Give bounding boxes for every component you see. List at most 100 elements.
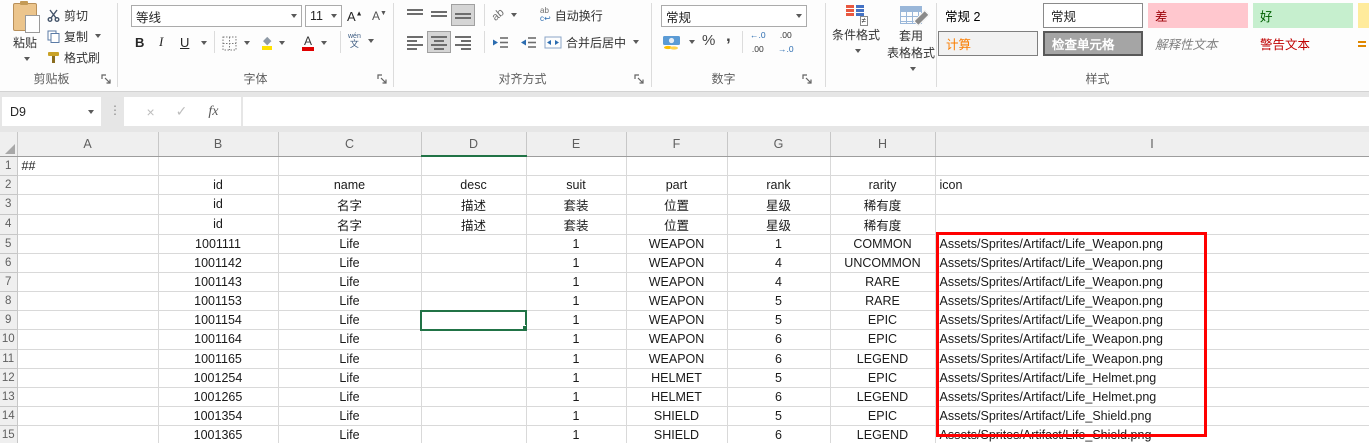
cell-A6[interactable] bbox=[17, 253, 158, 272]
name-box-dropdown-arrow-icon[interactable] bbox=[88, 110, 94, 114]
cell-B3[interactable]: id bbox=[158, 194, 278, 214]
cell-G6[interactable]: 4 bbox=[727, 253, 830, 272]
borders-button[interactable] bbox=[222, 33, 250, 53]
cancel-icon[interactable]: × bbox=[146, 104, 154, 120]
cell-C9[interactable]: Life bbox=[278, 311, 421, 330]
cell-E6[interactable]: 1 bbox=[526, 253, 626, 272]
comma-style-button[interactable]: , bbox=[726, 26, 731, 46]
cell-D4[interactable]: 描述 bbox=[421, 214, 526, 234]
row-header-14[interactable]: 14 bbox=[0, 406, 17, 425]
align-right-button[interactable] bbox=[451, 31, 475, 53]
cell-I8[interactable]: Assets/Sprites/Artifact/Life_Weapon.png bbox=[935, 292, 1369, 311]
cell-E3[interactable]: 套装 bbox=[526, 194, 626, 214]
column-header-F[interactable]: F bbox=[626, 132, 727, 156]
merge-center-dropdown-arrow-icon[interactable] bbox=[633, 40, 639, 44]
cell-I12[interactable]: Assets/Sprites/Artifact/Life_Helmet.png bbox=[935, 368, 1369, 387]
cell-H6[interactable]: UNCOMMON bbox=[830, 253, 935, 272]
cell-E10[interactable]: 1 bbox=[526, 330, 626, 349]
cell-C2[interactable]: name bbox=[278, 175, 421, 194]
cell-C3[interactable]: 名字 bbox=[278, 194, 421, 214]
column-header-B[interactable]: B bbox=[158, 132, 278, 156]
cell-A9[interactable] bbox=[17, 311, 158, 330]
cell-H7[interactable]: RARE bbox=[830, 273, 935, 292]
cell-C11[interactable]: Life bbox=[278, 349, 421, 368]
cell-I11[interactable]: Assets/Sprites/Artifact/Life_Weapon.png bbox=[935, 349, 1369, 368]
row-header-3[interactable]: 3 bbox=[0, 194, 17, 214]
decrease-font-size-button[interactable]: A▼ bbox=[372, 6, 387, 26]
cell-I5[interactable]: Assets/Sprites/Artifact/Life_Weapon.png bbox=[935, 234, 1369, 253]
cell-B9[interactable]: 1001154 bbox=[158, 311, 278, 330]
font-color-button[interactable]: A bbox=[302, 33, 327, 53]
cell-A8[interactable] bbox=[17, 292, 158, 311]
cell-F4[interactable]: 位置 bbox=[626, 214, 727, 234]
cell-I4[interactable] bbox=[935, 214, 1369, 234]
merge-center-button[interactable]: 合并后居中 bbox=[544, 32, 639, 52]
formula-input[interactable] bbox=[243, 97, 1369, 126]
number-dialog-launcher-icon[interactable] bbox=[802, 74, 813, 85]
row-header-8[interactable]: 8 bbox=[0, 292, 17, 311]
row-header-12[interactable]: 12 bbox=[0, 368, 17, 387]
cell-E13[interactable]: 1 bbox=[526, 387, 626, 406]
cell-H3[interactable]: 稀有度 bbox=[830, 194, 935, 214]
wrap-text-button[interactable]: abc↩ 自动换行 bbox=[540, 5, 603, 25]
row-header-4[interactable]: 4 bbox=[0, 214, 17, 234]
cell-B8[interactable]: 1001153 bbox=[158, 292, 278, 311]
italic-button[interactable]: I bbox=[159, 32, 163, 52]
cell-style-normal-2[interactable]: 常规 2 bbox=[938, 3, 1038, 28]
cell-D14[interactable] bbox=[421, 406, 526, 425]
column-header-A[interactable]: A bbox=[17, 132, 158, 156]
cell-style-good[interactable]: 好 bbox=[1253, 3, 1353, 28]
align-left-button[interactable] bbox=[403, 31, 427, 53]
cell-H10[interactable]: EPIC bbox=[830, 330, 935, 349]
cell-A4[interactable] bbox=[17, 214, 158, 234]
cell-C1[interactable] bbox=[278, 156, 421, 175]
insert-function-icon[interactable]: fx bbox=[208, 104, 218, 120]
cell-I7[interactable]: Assets/Sprites/Artifact/Life_Weapon.png bbox=[935, 273, 1369, 292]
cell-B11[interactable]: 1001165 bbox=[158, 349, 278, 368]
cell-B1[interactable] bbox=[158, 156, 278, 175]
cell-G4[interactable]: 星级 bbox=[727, 214, 830, 234]
cell-C15[interactable]: Life bbox=[278, 426, 421, 443]
row-header-1[interactable]: 1 bbox=[0, 156, 17, 175]
cell-B15[interactable]: 1001365 bbox=[158, 426, 278, 443]
align-center-button[interactable] bbox=[427, 31, 451, 53]
cell-I2[interactable]: icon bbox=[935, 175, 1369, 194]
cell-G13[interactable]: 6 bbox=[727, 387, 830, 406]
cell-D7[interactable] bbox=[421, 273, 526, 292]
cell-C13[interactable]: Life bbox=[278, 387, 421, 406]
cell-F5[interactable]: WEAPON bbox=[626, 234, 727, 253]
cell-H15[interactable]: LEGEND bbox=[830, 426, 935, 443]
cell-D1[interactable] bbox=[421, 156, 526, 175]
cell-E14[interactable]: 1 bbox=[526, 406, 626, 425]
bold-button[interactable]: B bbox=[135, 32, 144, 52]
cell-D12[interactable] bbox=[421, 368, 526, 387]
cell-B13[interactable]: 1001265 bbox=[158, 387, 278, 406]
phonetic-dropdown-arrow-icon[interactable] bbox=[368, 39, 374, 43]
column-header-G[interactable]: G bbox=[727, 132, 830, 156]
cell-G7[interactable]: 4 bbox=[727, 273, 830, 292]
cell-I9[interactable]: Assets/Sprites/Artifact/Life_Weapon.png bbox=[935, 311, 1369, 330]
cell-F9[interactable]: WEAPON bbox=[626, 311, 727, 330]
align-middle-button[interactable] bbox=[427, 4, 451, 26]
cell-G15[interactable]: 6 bbox=[727, 426, 830, 443]
cell-D8[interactable] bbox=[421, 292, 526, 311]
cell-B5[interactable]: 1001111 bbox=[158, 234, 278, 253]
cell-B7[interactable]: 1001143 bbox=[158, 273, 278, 292]
cell-I10[interactable]: Assets/Sprites/Artifact/Life_Weapon.png bbox=[935, 330, 1369, 349]
cell-A13[interactable] bbox=[17, 387, 158, 406]
cell-H9[interactable]: EPIC bbox=[830, 311, 935, 330]
column-header-H[interactable]: H bbox=[830, 132, 935, 156]
row-header-5[interactable]: 5 bbox=[0, 234, 17, 253]
cell-A12[interactable] bbox=[17, 368, 158, 387]
cell-D5[interactable] bbox=[421, 234, 526, 253]
cell-A3[interactable] bbox=[17, 194, 158, 214]
row-header-7[interactable]: 7 bbox=[0, 273, 17, 292]
number-format-select[interactable]: 常规 bbox=[661, 5, 807, 27]
cell-D11[interactable] bbox=[421, 349, 526, 368]
cell-H1[interactable] bbox=[830, 156, 935, 175]
cell-E5[interactable]: 1 bbox=[526, 234, 626, 253]
format-as-table-button[interactable]: 套用 表格格式 bbox=[884, 3, 938, 79]
cell-E15[interactable]: 1 bbox=[526, 426, 626, 443]
cell-style-warning-text[interactable]: 警告文本 bbox=[1253, 31, 1353, 56]
cell-F7[interactable]: WEAPON bbox=[626, 273, 727, 292]
